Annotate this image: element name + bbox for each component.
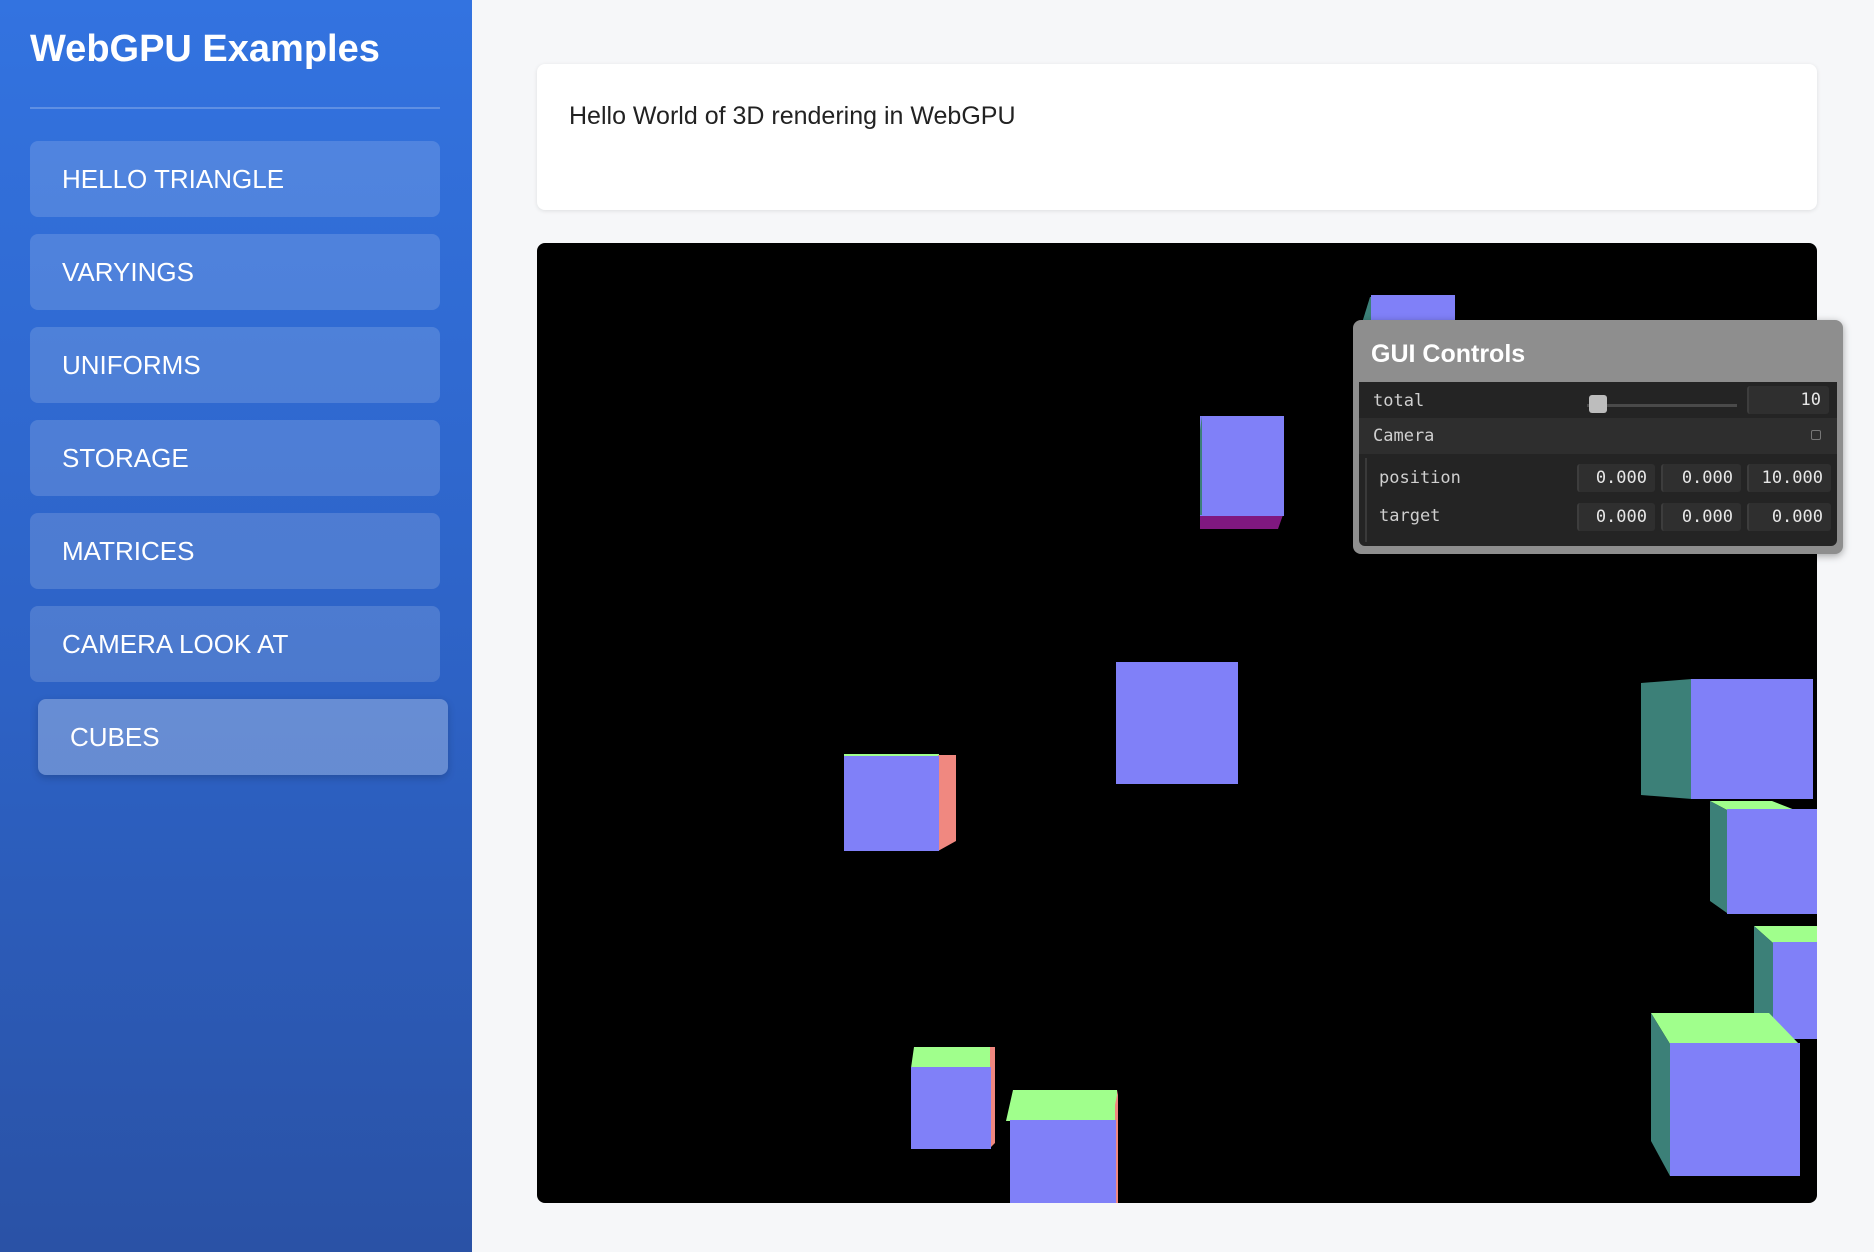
cube <box>844 754 956 851</box>
nav-item-label: UNIFORMS <box>62 349 201 380</box>
cube <box>1200 416 1284 529</box>
nav-item-cubes[interactable]: CUBES <box>38 699 448 775</box>
position-row: position 0.000 0.000 10.000 <box>1367 458 1845 496</box>
nav-item-label: MATRICES <box>62 535 195 566</box>
position-y-input[interactable]: 0.000 <box>1661 464 1741 492</box>
nav-item-label: HELLO TRIANGLE <box>62 163 285 194</box>
nav-item-label: VARYINGS <box>62 256 194 287</box>
cube <box>1710 801 1817 914</box>
sidebar-title: WebGPU Examples <box>30 28 380 70</box>
cube <box>911 1047 995 1149</box>
total-slider-handle[interactable] <box>1589 395 1607 413</box>
description-card: Hello World of 3D rendering in WebGPU <box>537 64 1817 210</box>
total-row: total 10 <box>1359 382 1837 418</box>
sidebar-divider <box>30 107 440 109</box>
nav-item-label: STORAGE <box>62 442 189 473</box>
cube <box>1116 662 1238 784</box>
position-x-input[interactable]: 0.000 <box>1577 464 1655 492</box>
total-slider-track[interactable] <box>1587 404 1737 407</box>
target-y-input[interactable]: 0.000 <box>1661 503 1741 531</box>
nav-item-label: CUBES <box>70 721 160 752</box>
total-input[interactable]: 10 <box>1747 386 1829 414</box>
nav-item-label: CAMERA LOOK AT <box>62 628 289 659</box>
nav-item-camera-look-at[interactable]: CAMERA LOOK AT <box>30 606 440 682</box>
camera-folder-header[interactable]: Camera <box>1359 418 1837 454</box>
total-label: total <box>1373 391 1425 411</box>
sidebar: WebGPU Examples HELLO TRIANGLE VARYINGS … <box>0 0 472 1252</box>
nav-item-varyings[interactable]: VARYINGS <box>30 234 440 310</box>
nav-item-uniforms[interactable]: UNIFORMS <box>30 327 440 403</box>
nav-item-storage[interactable]: STORAGE <box>30 420 440 496</box>
camera-label: Camera <box>1373 426 1435 446</box>
target-label: target <box>1379 506 1441 526</box>
nav-item-hello-triangle[interactable]: HELLO TRIANGLE <box>30 141 440 217</box>
position-z-input[interactable]: 10.000 <box>1747 464 1831 492</box>
target-x-input[interactable]: 0.000 <box>1577 503 1655 531</box>
cube <box>1006 1090 1118 1203</box>
cube <box>1651 1013 1800 1176</box>
camera-folder-content: position 0.000 0.000 10.000 target 0.000… <box>1365 458 1835 542</box>
cube <box>1641 679 1813 799</box>
folder-toggle-icon <box>1811 430 1821 440</box>
gui-controls-panel: GUI Controls total 10 Camera position 0.… <box>1353 320 1843 554</box>
gui-body: total 10 Camera position 0.000 0.000 10.… <box>1359 382 1837 546</box>
gui-title[interactable]: GUI Controls <box>1371 340 1525 369</box>
target-z-input[interactable]: 0.000 <box>1747 503 1831 531</box>
nav-item-matrices[interactable]: MATRICES <box>30 513 440 589</box>
position-label: position <box>1379 468 1461 488</box>
description-text: Hello World of 3D rendering in WebGPU <box>569 102 1016 130</box>
target-row: target 0.000 0.000 0.000 <box>1367 498 1845 536</box>
